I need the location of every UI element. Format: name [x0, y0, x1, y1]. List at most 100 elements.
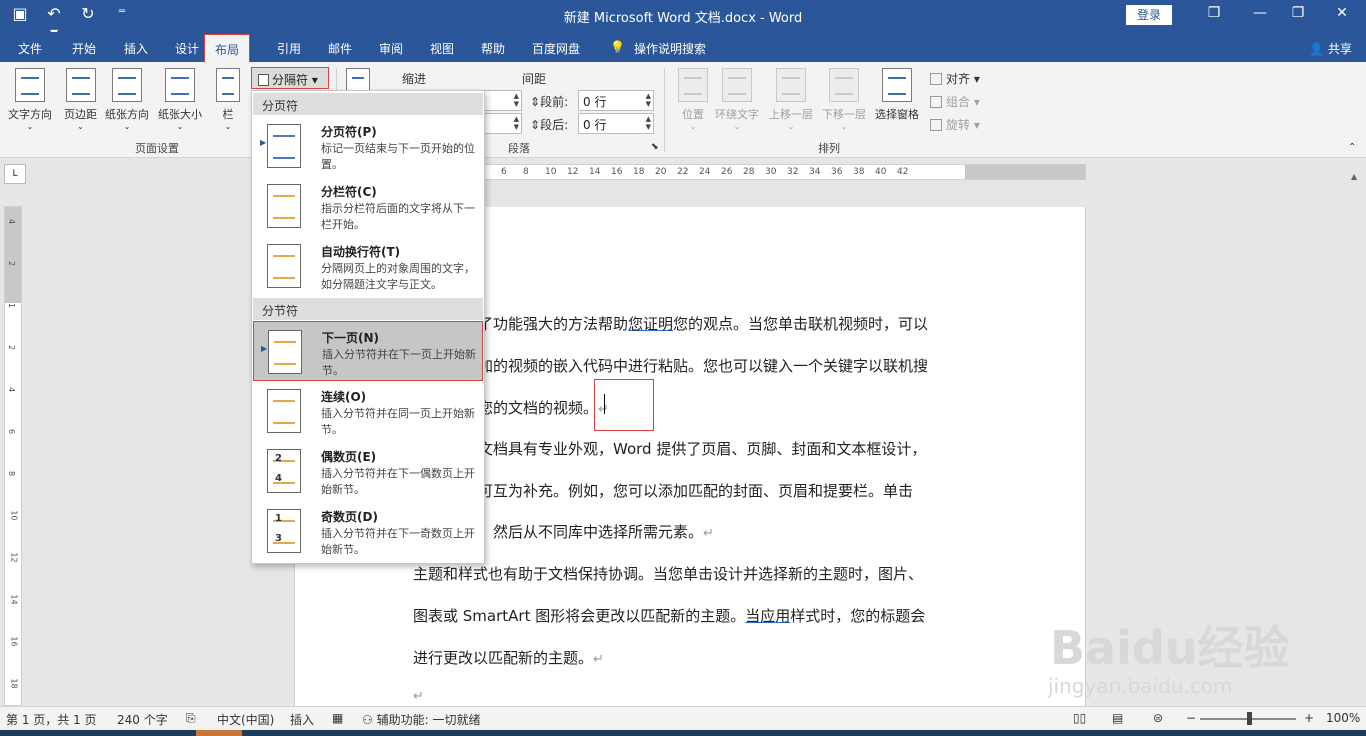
doc-line-5[interactable]: 可互为补充。例如，您可以添加匹配的封面、页眉和提要栏。单击 [478, 480, 913, 501]
doc-line-8[interactable]: 图表或 SmartArt 图形将会更改以匹配新的主题。当应用样式时，您的标题会 [413, 605, 925, 626]
spacing-before-icon: ⇕ [530, 95, 541, 109]
ruler-tick: 16 [611, 167, 623, 177]
spacing-after-label: ⇕段后: [530, 116, 568, 133]
vertical-scrollbar[interactable]: ▲ [1346, 164, 1366, 706]
menu-item-even-page[interactable]: 2 4 偶数页(E) 插入分节符并在下一偶数页上开始新节。 [253, 441, 483, 501]
send-backward-button[interactable]: 下移一层 ⌄ [822, 68, 866, 131]
margins-label: 页边距 [64, 108, 97, 121]
tab-review[interactable]: 审阅 [379, 40, 403, 57]
zoom-in-button[interactable]: + [1304, 711, 1314, 725]
tab-mailings[interactable]: 邮件 [328, 40, 352, 57]
doc-line-7[interactable]: 主题和样式也有助于文档保持协调。当您单击设计并选择新的主题时，图片、 [413, 563, 923, 584]
share-button[interactable]: 👤 共享 [1309, 40, 1352, 57]
bring-forward-button[interactable]: 上移一层 ⌄ [769, 68, 813, 131]
even-page-break-icon [267, 449, 301, 493]
columns-label: 栏 [222, 108, 234, 121]
align-button[interactable]: 对齐 ▾ [930, 70, 980, 87]
group-objects-button[interactable]: 组合 ▾ [930, 93, 980, 110]
insert-mode[interactable]: 插入 [290, 711, 314, 728]
share-label: 共享 [1327, 42, 1352, 56]
indent-label: 缩进 [402, 72, 427, 86]
doc-line-2[interactable]: 加的视频的嵌入代码中进行粘贴。您也可以键入一个关键字以联机搜 [478, 355, 928, 376]
scroll-up-icon[interactable]: ▲ [1351, 172, 1357, 181]
tab-layout[interactable]: 布局 [204, 34, 251, 62]
columns-button[interactable]: 栏 ⌄ [216, 68, 240, 131]
title-bar: ▣ ↶ ▾ ↻ ⁼ 新建 Microsoft Word 文档.docx - Wo… [0, 0, 1366, 42]
tab-selector[interactable]: L [4, 164, 26, 184]
ruler-tick: 4 [7, 218, 17, 225]
menu-item-text-wrapping-break[interactable]: 自动换行符(T) 分隔网页上的对象周围的文字，如分隔题注文字与正文。 [253, 236, 483, 296]
tell-me-search[interactable]: 操作说明搜索 [634, 40, 706, 57]
zoom-slider-thumb[interactable] [1247, 712, 1252, 725]
maximize-icon[interactable]: ❐ [1288, 5, 1308, 21]
text-direction-button[interactable]: 文字方向 ⌄ [8, 68, 52, 131]
tab-file[interactable]: 文件 [18, 40, 42, 57]
menu-item-odd-page[interactable]: 1 3 奇数页(D) 插入分节符并在下一奇数页上开始新节。 [253, 501, 483, 561]
spacing-after-input[interactable]: 0 行 ▲ ▼ [578, 113, 654, 134]
tab-home[interactable]: 开始 [72, 40, 96, 57]
web-layout-icon[interactable]: ⊜ [1153, 711, 1163, 725]
menu-item-page-break[interactable]: ▶ 分页符(P) 标记一页结束与下一页开始的位置。 [253, 116, 483, 176]
arrange-group-label: 排列 [818, 142, 840, 155]
doc-line-6[interactable]: ，然后从不同库中选择所需元素。↵ [478, 521, 714, 542]
ruler-tick: 4 [7, 386, 17, 393]
page-count[interactable]: 第 1 页，共 1 页 [6, 711, 97, 728]
indent-left-input[interactable]: ▲ ▼ [484, 90, 522, 111]
language-indicator[interactable]: 中文(中国) [217, 711, 274, 728]
menu-item-column-break[interactable]: 分栏符(C) 指示分栏符后面的文字将从下一栏开始。 [253, 176, 483, 236]
tab-baidu-netdisk[interactable]: 百度网盘 [532, 40, 580, 57]
minimize-icon[interactable]: — [1250, 5, 1270, 21]
doc-line-1[interactable]: 了功能强大的方法帮助您证明您的观点。当您单击联机视频时，可以 [478, 313, 928, 334]
size-button[interactable]: 纸张大小 ⌄ [158, 68, 202, 131]
read-mode-icon[interactable]: ▯▯ [1073, 711, 1086, 725]
paragraph-dialog-launcher-icon[interactable]: ⬊ [651, 142, 659, 152]
size-label: 纸张大小 [158, 108, 202, 121]
print-layout-icon[interactable]: ▤ [1112, 711, 1123, 725]
word-count[interactable]: 240 个字 [117, 711, 168, 728]
doc-line-3[interactable]: 您的文档的视频。↵ [478, 397, 609, 418]
tab-view[interactable]: 视图 [430, 40, 454, 57]
collapse-ribbon-icon[interactable]: ⌃ [1348, 142, 1356, 153]
ruler-tick: 6 [7, 428, 17, 435]
doc-line-9[interactable]: 进行更改以匹配新的主题。↵ [413, 647, 604, 668]
tab-help[interactable]: 帮助 [481, 40, 505, 57]
spacing-before-input[interactable]: 0 行 ▲ ▼ [578, 90, 654, 111]
accessibility-status[interactable]: ⚇ 辅助功能: 一切就绪 [362, 711, 480, 728]
margins-button[interactable]: 页边距 ⌄ [64, 68, 97, 131]
close-icon[interactable]: ✕ [1332, 5, 1352, 21]
ruler-tick: 2 [7, 344, 17, 351]
ruler-tick: 12 [567, 167, 579, 177]
breaks-button[interactable]: 分隔符 ▾ [251, 67, 329, 89]
proofing-icon[interactable]: ⎘ [186, 711, 196, 726]
zoom-out-button[interactable]: − [1186, 711, 1196, 725]
align-icon [930, 73, 942, 85]
tab-design[interactable]: 设计 [175, 40, 199, 57]
selection-pane-button[interactable]: 选择窗格 [875, 68, 919, 122]
breaks-label: 分隔符 ▾ [272, 73, 318, 87]
menu-item-next-page[interactable]: ▶ 下一页(N) 插入分节符并在下一页上开始新节。 [253, 321, 483, 381]
macro-record-icon[interactable]: ▦ [332, 711, 343, 725]
ruler-tick: 36 [831, 167, 843, 177]
menu-item-continuous[interactable]: 连续(O) 插入分节符并在同一页上开始新节。 [253, 381, 483, 441]
tab-insert[interactable]: 插入 [124, 40, 148, 57]
position-icon [678, 68, 708, 102]
zoom-level[interactable]: 100% [1326, 711, 1360, 725]
ruler-tick: 14 [589, 167, 601, 177]
indent-right-input[interactable]: ▲ ▼ [484, 113, 522, 134]
cursor-highlight-box [594, 379, 654, 431]
doc-empty-paragraph[interactable]: ↵ [413, 686, 424, 704]
page-setup-group-label: 页面设置 [135, 142, 179, 155]
ruler-tick: 18 [9, 678, 19, 689]
doc-line-4[interactable]: 文档具有专业外观，Word 提供了页眉、页脚、封面和文本框设计， [478, 438, 926, 459]
tab-references[interactable]: 引用 [277, 40, 301, 57]
vertical-ruler[interactable]: 4 2 1 2 4 6 8 10 12 14 16 18 [4, 206, 22, 706]
position-button[interactable]: 位置 ⌄ [678, 68, 708, 131]
spacing-before-text: 段前: [540, 95, 569, 109]
ribbon-display-icon[interactable]: ❐ [1204, 5, 1224, 21]
orientation-button[interactable]: 纸张方向 ⌄ [105, 68, 149, 131]
section-breaks-header: 分节符 [253, 298, 483, 320]
login-button[interactable]: 登录 [1126, 5, 1172, 25]
rotate-button[interactable]: 旋转 ▾ [930, 116, 980, 133]
accessibility-label: 辅助功能: 一切就绪 [376, 713, 481, 727]
wrap-text-button[interactable]: 环绕文字 ⌄ [715, 68, 759, 131]
